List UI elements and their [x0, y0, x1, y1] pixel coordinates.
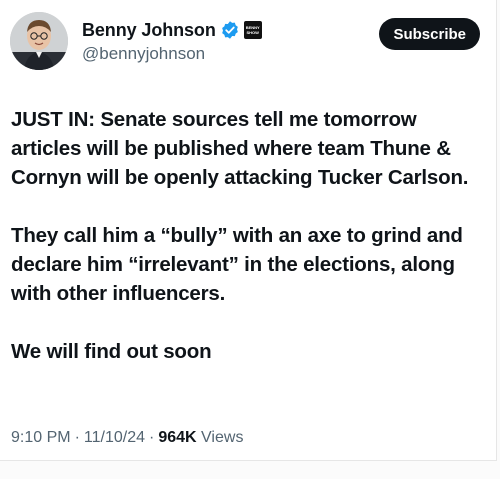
tweet-card: Benny Johnson BENNY SHOW @bennyjohnson S…: [0, 0, 497, 461]
tweet-paragraph-3: We will find out soon: [11, 340, 212, 363]
subscribe-button[interactable]: Subscribe: [379, 18, 480, 50]
meta-separator: ·: [74, 429, 80, 446]
handle[interactable]: @bennyjohnson: [82, 44, 262, 64]
verified-badge-icon: [221, 21, 238, 39]
tweet-date[interactable]: 11/10/24: [84, 429, 145, 446]
affiliation-badge-label: BENNY SHOW: [245, 25, 260, 35]
avatar[interactable]: [10, 12, 68, 70]
affiliation-badge-icon[interactable]: BENNY SHOW: [243, 21, 262, 39]
tweet-time[interactable]: 9:10 PM: [11, 429, 71, 446]
tweet-paragraph-1: JUST IN: Senate sources tell me tomorrow…: [11, 108, 469, 189]
tweet-paragraph-2: They call him a “bully” with an axe to g…: [11, 224, 463, 305]
tweet-text: JUST IN: Senate sources tell me tomorrow…: [11, 105, 487, 366]
meta-separator: ·: [149, 429, 155, 446]
page: Benny Johnson BENNY SHOW @bennyjohnson S…: [0, 0, 500, 479]
tweet-meta: 9:10 PM · 11/10/24 · 964K Views: [11, 429, 243, 447]
avatar-image: [10, 12, 68, 70]
tweet-header: Benny Johnson BENNY SHOW @bennyjohnson S…: [10, 12, 480, 74]
views-count[interactable]: 964K: [158, 429, 196, 446]
display-name[interactable]: Benny Johnson: [82, 20, 216, 41]
views-label[interactable]: Views: [201, 429, 243, 446]
name-row: Benny Johnson BENNY SHOW: [82, 18, 262, 42]
author-info: Benny Johnson BENNY SHOW @bennyjohnson: [82, 18, 262, 64]
